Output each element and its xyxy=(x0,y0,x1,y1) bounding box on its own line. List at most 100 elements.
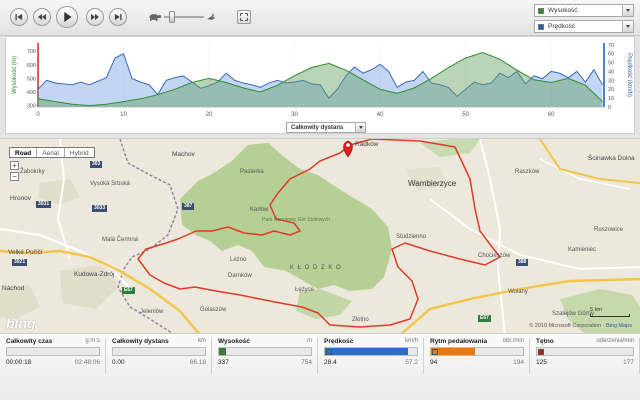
map-label: Darnków xyxy=(228,273,252,279)
skip-end-icon xyxy=(114,13,122,21)
y-right-tick-label: 30 xyxy=(608,78,614,84)
map-label: Pasterka xyxy=(240,169,264,175)
stat-unit: uderzenia/min xyxy=(596,338,634,344)
bing-maps-link[interactable]: Bing Maps xyxy=(606,323,632,329)
map-type-switch[interactable]: Road Aerial Hybrid xyxy=(9,147,95,158)
stat-max: 57.2 xyxy=(405,359,418,366)
map-label: Radków xyxy=(355,141,379,148)
map-type-aerial[interactable]: Aerial xyxy=(37,148,65,157)
road-shield: 3033 xyxy=(92,205,108,212)
stat-panel: Tętno uderzenia/min 125 177 xyxy=(530,338,640,374)
stat-gauge xyxy=(536,347,634,356)
x-tick-label: 60 xyxy=(548,112,555,118)
forest-area xyxy=(296,289,352,319)
y-left-tick-label: 500 xyxy=(27,76,36,82)
map-label: Machov xyxy=(172,151,195,158)
stat-name: Całkowity dystans xyxy=(112,338,169,345)
y-left-tick-label: 400 xyxy=(27,90,36,96)
map-label: Velké Poříčí xyxy=(8,249,43,256)
x-tick-label: 30 xyxy=(291,112,298,118)
scale-ruler xyxy=(590,314,630,317)
speed-knob[interactable] xyxy=(169,11,175,23)
forest-area-north xyxy=(420,139,480,157)
map-label: Leżno xyxy=(230,257,247,263)
speed-series-select[interactable]: Prędkość xyxy=(534,20,634,33)
map-label: Kamieniec xyxy=(568,247,597,253)
road-shield: 387 xyxy=(182,203,195,210)
map-label: Wolany xyxy=(508,289,528,295)
map-type-hybrid[interactable]: Hybrid xyxy=(65,148,94,157)
road-shield: 3021 xyxy=(12,259,28,266)
map-type-road[interactable]: Road xyxy=(10,148,38,157)
x-tick-label: 50 xyxy=(462,112,469,118)
fast-forward-icon xyxy=(91,13,99,21)
road-shield: 3031 xyxy=(36,201,52,208)
right-axis-bar xyxy=(603,43,605,107)
stat-unit: obr./min xyxy=(502,338,524,344)
map-label: Szalejów Górny xyxy=(552,311,595,317)
map-label: Wambierzyce xyxy=(408,179,457,188)
stat-max: 02:48:06 xyxy=(74,359,100,366)
map-label: Chocieszów xyxy=(478,253,511,259)
turtle-icon xyxy=(149,14,162,21)
profile-chart[interactable]: 0 10 20 30 40 50 60 300 400 500 600 700 Wysokość (m)… xyxy=(5,36,635,134)
map-label: Jeleniów xyxy=(140,309,164,315)
fullscreen-button[interactable] xyxy=(237,10,251,24)
skip-start-button[interactable] xyxy=(10,8,28,26)
map-label: Žabokrky xyxy=(20,169,45,175)
map-label: Malá Čermná xyxy=(102,237,139,243)
stat-panel: Wysokość m 337 754 xyxy=(212,338,318,374)
fast-forward-button[interactable] xyxy=(86,8,104,26)
stat-value: 94 xyxy=(430,359,438,366)
speed-swatch xyxy=(538,24,544,30)
road xyxy=(429,198,640,270)
zoom-out-button[interactable]: − xyxy=(10,172,19,181)
map-label: K Ł O D Z K O xyxy=(290,265,342,271)
x-axis-select[interactable]: Całkowity dystans xyxy=(286,122,366,133)
map-label: Hronov xyxy=(10,195,31,202)
fullscreen-icon xyxy=(240,13,248,21)
stat-name: Rytm pedałowania xyxy=(430,338,488,345)
road xyxy=(539,158,631,190)
map-label: Park Narodowy Gór Stołowych xyxy=(262,217,331,223)
elevation-select-label: Wysokość xyxy=(548,7,578,14)
route-map[interactable]: Road Aerial Hybrid + − Machov Pasterka R… xyxy=(0,138,640,334)
stat-color-marker xyxy=(326,349,332,355)
elevation-series-select[interactable]: Wysokość xyxy=(534,4,634,17)
rewind-button[interactable] xyxy=(33,8,51,26)
stat-gauge-fill xyxy=(325,348,408,355)
map-label: Studzienno xyxy=(396,234,427,240)
speed-select-label: Prędkość xyxy=(548,23,576,30)
stat-panel: Rytm pedałowania obr./min 94 194 xyxy=(424,338,530,374)
road-shield: 388 xyxy=(516,259,529,266)
rabbit-icon xyxy=(207,12,215,20)
y-left-tick-label: 600 xyxy=(27,63,36,69)
map-label: Karłów xyxy=(250,207,269,213)
y-right-tick-label: 70 xyxy=(608,43,614,49)
map-label: Golaszów xyxy=(200,307,227,313)
zoom-in-button[interactable]: + xyxy=(10,161,19,170)
play-button[interactable] xyxy=(56,6,78,28)
start-pin-icon[interactable] xyxy=(343,140,353,158)
stat-max: 177 xyxy=(623,359,634,366)
map-copyright: © 2010 Microsoft Corporation · Bing Maps xyxy=(529,323,632,329)
x-tick-label: 40 xyxy=(377,112,384,118)
chevron-down-icon xyxy=(622,21,633,32)
play-icon xyxy=(64,12,72,22)
skip-end-button[interactable] xyxy=(109,8,127,26)
scale-bar: 5 km xyxy=(590,307,630,317)
playback-toolbar: Wysokość Prędkość xyxy=(0,0,640,36)
stat-gauge xyxy=(112,347,206,356)
y-right-tick-label: 0 xyxy=(608,105,611,111)
y-right-tick-label: 10 xyxy=(608,96,614,102)
stat-panel: Całkowity dystans km 0.00 66.18 xyxy=(106,338,212,374)
chevron-down-icon xyxy=(622,5,633,16)
stat-value: 125 xyxy=(536,359,547,366)
map-label: Ruszowice xyxy=(594,227,624,233)
bing-logo: bing xyxy=(6,315,36,331)
x-tick-label: 20 xyxy=(206,112,213,118)
speed-slider[interactable] xyxy=(148,9,216,25)
x-tick-label: 0 xyxy=(36,112,40,118)
stat-panel: Całkowity czas g:m:s 00:00:18 02:48:06 xyxy=(0,338,106,374)
y-right-axis-label: Prędkość (km/h) xyxy=(626,53,632,97)
